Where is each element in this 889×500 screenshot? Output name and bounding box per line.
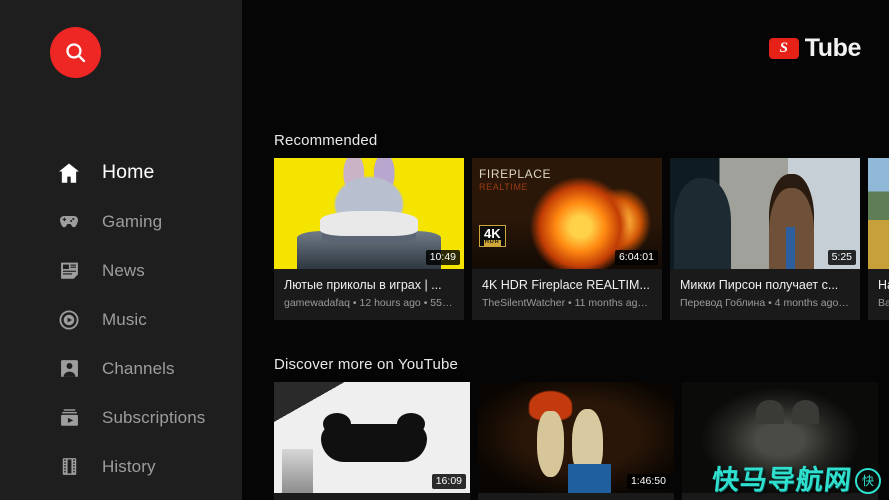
video-subtitle: TheSilentWatcher • 11 months ago • ... bbox=[482, 297, 652, 310]
video-subtitle: gamewadafaq • 12 hours ago • 555K... bbox=[284, 297, 454, 310]
search-button[interactable] bbox=[50, 27, 101, 78]
video-thumbnail[interactable]: 10:49 bbox=[274, 158, 464, 269]
sidebar-item-music[interactable]: Music bbox=[0, 295, 242, 344]
search-icon bbox=[63, 40, 88, 65]
brand-logo-word: Tube bbox=[804, 34, 862, 62]
video-title: 4K HDR Fireplace REALTIM... bbox=[482, 278, 650, 292]
video-thumbnail[interactable] bbox=[682, 382, 878, 493]
sidebar-item-history[interactable]: History bbox=[0, 442, 242, 491]
video-meta: Микки Пирсон получает с... Перевод Гобли… bbox=[670, 269, 860, 320]
sidebar-item-label: History bbox=[102, 456, 156, 476]
video-card[interactable]: Ha Bas bbox=[868, 158, 889, 321]
video-title: Лютые приколы в играх | ... bbox=[284, 278, 442, 292]
sidebar-item-label: Subscriptions bbox=[102, 407, 206, 427]
sidebar-item-label: Home bbox=[102, 161, 155, 183]
video-duration: 5:25 bbox=[827, 249, 856, 265]
sidebar: Home Gaming News Music Channels Subscrip… bbox=[0, 0, 242, 500]
youtube-tv-app: Home Gaming News Music Channels Subscrip… bbox=[0, 0, 889, 500]
home-icon bbox=[54, 158, 84, 188]
sidebar-item-news[interactable]: News bbox=[0, 246, 242, 295]
video-meta bbox=[478, 493, 674, 500]
shelf-discover: Discover more on YouTube 16:09 1:46:50 bbox=[242, 356, 889, 500]
video-row: 10:49 Лютые приколы в играх | ... gamewa… bbox=[242, 158, 889, 321]
video-thumbnail[interactable]: FIREPLACE REALTIME 4K HDR 6:04:01 bbox=[472, 158, 662, 269]
quality-badge: 4K HDR bbox=[479, 224, 506, 247]
thumbnail-overlay-subtitle: REALTIME bbox=[479, 182, 529, 192]
video-card[interactable]: 5:25 Микки Пирсон получает с... Перевод … bbox=[670, 158, 860, 321]
video-meta: Лютые приколы в играх | ... gamewadafaq … bbox=[274, 269, 464, 320]
video-thumbnail[interactable]: 5:25 bbox=[670, 158, 860, 269]
video-card[interactable]: 16:09 bbox=[274, 382, 470, 500]
sidebar-item-label: News bbox=[102, 260, 145, 280]
brand-logo-mark: S bbox=[768, 38, 799, 59]
sidebar-nav: Home Gaming News Music Channels Subscrip… bbox=[0, 148, 242, 491]
video-meta bbox=[274, 493, 470, 500]
music-play-icon bbox=[54, 305, 84, 335]
news-icon bbox=[54, 256, 84, 286]
video-title: Микки Пирсон получает с... bbox=[680, 278, 839, 292]
video-card[interactable]: 1:46:50 bbox=[478, 382, 674, 500]
video-duration bbox=[866, 484, 874, 489]
gamepad-icon bbox=[54, 207, 84, 237]
person-icon bbox=[54, 354, 84, 384]
video-duration: 6:04:01 bbox=[614, 249, 658, 265]
brand-logo: S Tube bbox=[768, 34, 862, 62]
video-thumbnail[interactable]: 1:46:50 bbox=[478, 382, 674, 493]
video-title: Ha bbox=[878, 278, 889, 292]
sidebar-item-home[interactable]: Home bbox=[0, 148, 242, 197]
sidebar-item-label: Channels bbox=[102, 358, 175, 378]
main-content: S Tube Recommended 10:49 Лютые приколы в… bbox=[242, 0, 889, 500]
video-card[interactable] bbox=[682, 382, 878, 500]
video-duration: 1:46:50 bbox=[626, 473, 670, 489]
video-meta: 4K HDR Fireplace REALTIM... TheSilentWat… bbox=[472, 269, 662, 320]
shelf-title: Discover more on YouTube bbox=[274, 356, 458, 373]
sidebar-item-label: Gaming bbox=[102, 211, 163, 231]
sidebar-item-gaming[interactable]: Gaming bbox=[0, 197, 242, 246]
shelf-recommended: Recommended 10:49 Лютые приколы в играх … bbox=[242, 132, 889, 321]
video-thumbnail[interactable]: 16:09 bbox=[274, 382, 470, 493]
thumbnail-overlay-title: FIREPLACE bbox=[479, 167, 552, 181]
sidebar-item-label: Music bbox=[102, 309, 147, 329]
video-meta: Ha Bas bbox=[868, 269, 889, 320]
video-duration: 10:49 bbox=[425, 249, 460, 265]
video-thumbnail[interactable] bbox=[868, 158, 889, 269]
video-meta bbox=[682, 493, 878, 500]
subscriptions-icon bbox=[54, 403, 84, 433]
video-row: 16:09 1:46:50 bbox=[242, 382, 889, 500]
shelf-title: Recommended bbox=[274, 132, 378, 149]
sidebar-item-subscriptions[interactable]: Subscriptions bbox=[0, 393, 242, 442]
sidebar-item-channels[interactable]: Channels bbox=[0, 344, 242, 393]
video-subtitle: Перевод Гоблина • 4 months ago • ... bbox=[680, 297, 850, 310]
video-subtitle: Bas bbox=[878, 297, 889, 310]
video-card[interactable]: 10:49 Лютые приколы в играх | ... gamewa… bbox=[274, 158, 464, 321]
video-card[interactable]: FIREPLACE REALTIME 4K HDR 6:04:01 4K HDR … bbox=[472, 158, 662, 321]
film-strip-icon bbox=[54, 452, 84, 482]
quality-badge-sub: HDR bbox=[484, 239, 501, 246]
video-duration: 16:09 bbox=[431, 473, 466, 489]
